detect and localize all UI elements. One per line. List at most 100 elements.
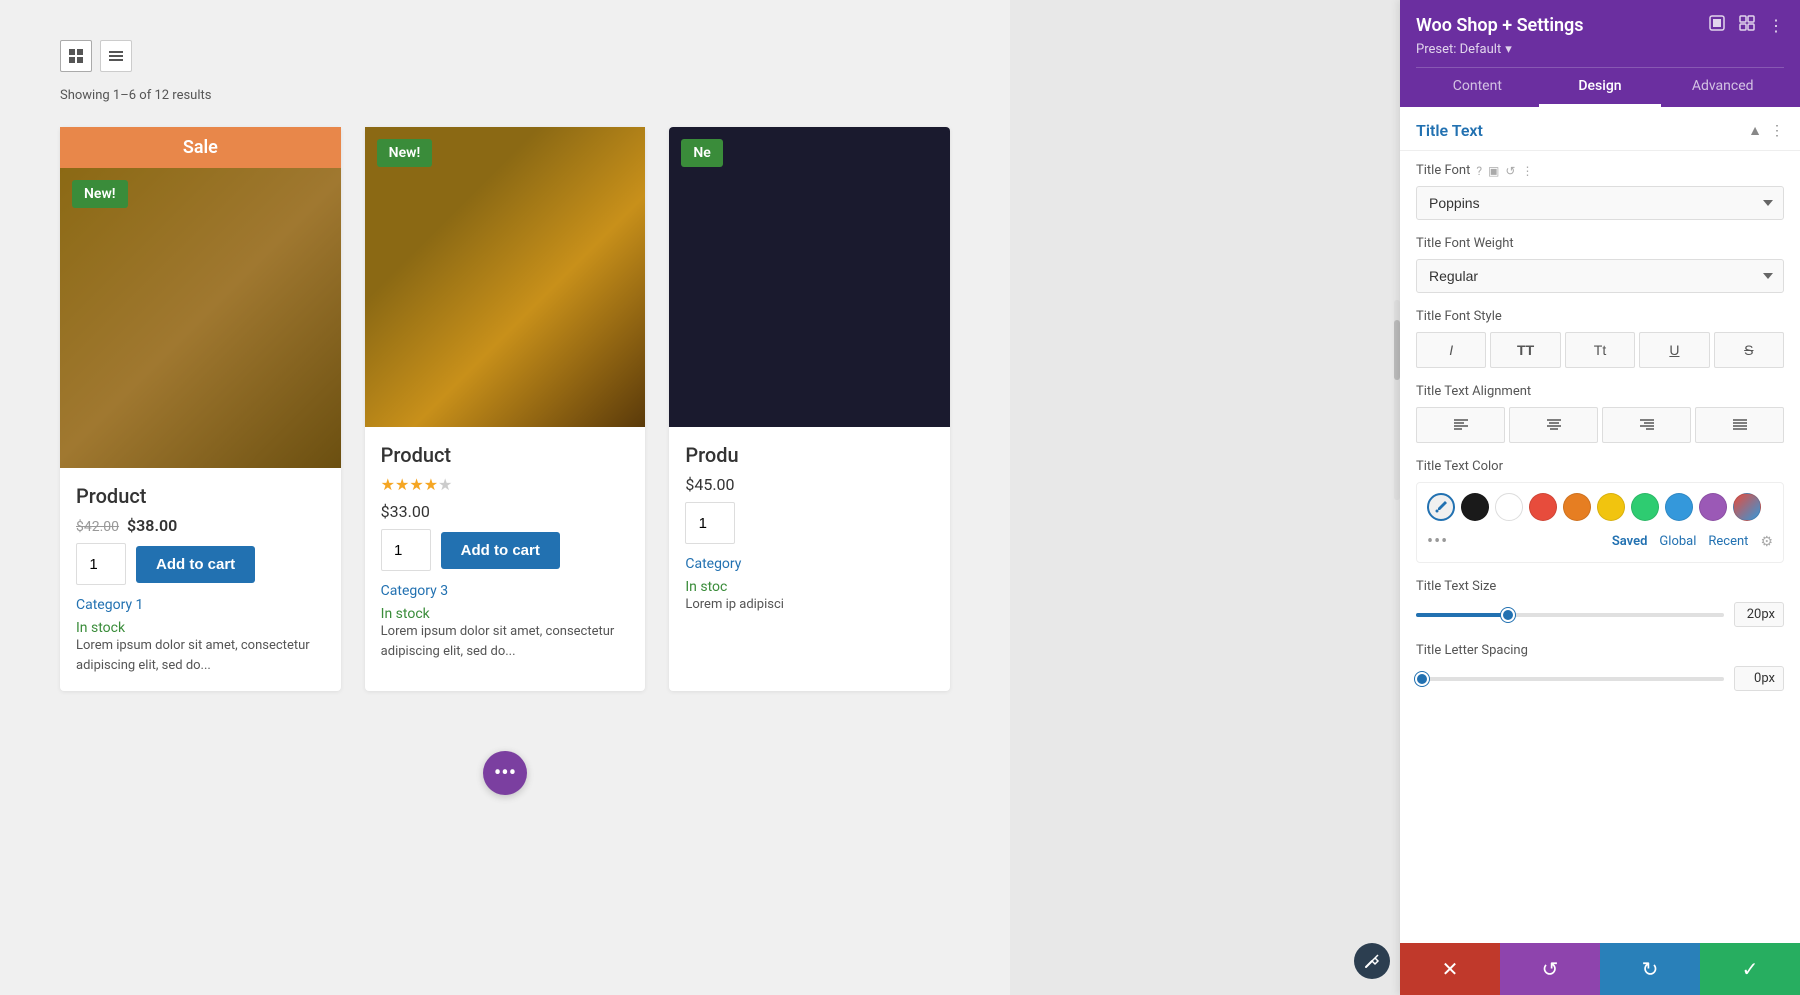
title-text-size-track[interactable] xyxy=(1416,613,1724,617)
product-card: Sale New! Product $42.00 $38.00 Add to c… xyxy=(60,127,341,691)
title-font-weight-group: Title Font Weight Regular xyxy=(1416,236,1784,293)
product-price: $45.00 xyxy=(685,475,934,494)
global-color-tab[interactable]: Global xyxy=(1659,534,1696,549)
price-new: $38.00 xyxy=(127,516,177,535)
gradient-swatch[interactable] xyxy=(1733,493,1761,521)
more-options-icon[interactable]: ⋮ xyxy=(1768,16,1784,35)
italic-btn[interactable]: I xyxy=(1416,332,1486,368)
title-text-size-value[interactable]: 20px xyxy=(1734,602,1784,627)
product-image xyxy=(669,127,950,427)
align-left-btn[interactable] xyxy=(1416,407,1505,443)
collapse-icon[interactable]: ▲ xyxy=(1748,122,1762,139)
grid-view-btn[interactable] xyxy=(60,40,92,72)
red-swatch[interactable] xyxy=(1529,493,1557,521)
color-settings-icon[interactable]: ⚙ xyxy=(1760,534,1773,550)
product-image xyxy=(60,168,341,468)
product-desc: Lorem ip adipisci xyxy=(685,595,934,615)
purple-swatch[interactable] xyxy=(1699,493,1727,521)
alignment-row xyxy=(1416,407,1784,443)
help-icon[interactable] xyxy=(1354,943,1390,979)
eyedropper-swatch[interactable] xyxy=(1427,493,1455,521)
qty-input[interactable] xyxy=(381,529,431,571)
add-to-cart-button[interactable]: Add to cart xyxy=(136,546,255,583)
section-more-icon[interactable]: ⋮ xyxy=(1770,123,1784,139)
save-button[interactable]: ✓ xyxy=(1700,943,1800,995)
underline-btn[interactable]: U xyxy=(1639,332,1709,368)
font-reset-icon[interactable]: ↺ xyxy=(1505,164,1515,178)
title-text-size-label: Title Text Size xyxy=(1416,579,1784,594)
category-link[interactable]: Category xyxy=(685,556,934,572)
more-colors-btn[interactable]: ••• xyxy=(1427,531,1448,552)
font-help-icon[interactable]: ? xyxy=(1476,164,1482,178)
in-stock: In stock xyxy=(76,620,125,636)
tab-design[interactable]: Design xyxy=(1539,68,1662,107)
title-text-size-group: Title Text Size 20px xyxy=(1416,579,1784,627)
title-font-style-group: Title Font Style I TT Tt U S xyxy=(1416,309,1784,368)
star-rating: ★★★★★ xyxy=(381,475,630,494)
saved-color-tab[interactable]: Saved xyxy=(1612,534,1648,549)
panel-tabs: Content Design Advanced xyxy=(1416,67,1784,107)
align-center-btn[interactable] xyxy=(1509,407,1598,443)
align-justify-icon xyxy=(1732,418,1748,432)
white-swatch[interactable] xyxy=(1495,493,1523,521)
align-left-icon xyxy=(1453,418,1469,432)
qty-input[interactable] xyxy=(685,502,735,544)
slider-thumb[interactable] xyxy=(1501,608,1515,622)
settings-panel: Woo Shop + Settings ⋮ xyxy=(1400,0,1800,995)
slider-thumb[interactable] xyxy=(1415,672,1429,686)
panel-content: Title Font ? ▣ ↺ ⋮ Poppins Title Font We… xyxy=(1400,151,1800,719)
yellow-swatch[interactable] xyxy=(1597,493,1625,521)
product-info: Product ★★★★★ $33.00 Add to cart Categor… xyxy=(365,427,646,677)
align-right-btn[interactable] xyxy=(1602,407,1691,443)
title-font-group: Title Font ? ▣ ↺ ⋮ Poppins xyxy=(1416,163,1784,220)
title-font-select[interactable]: Poppins xyxy=(1416,186,1784,220)
capitalize-btn[interactable]: Tt xyxy=(1565,332,1635,368)
align-justify-btn[interactable] xyxy=(1695,407,1784,443)
blue-swatch[interactable] xyxy=(1665,493,1693,521)
price: $33.00 xyxy=(381,502,430,521)
title-font-label: Title Font ? ▣ ↺ ⋮ xyxy=(1416,163,1784,178)
redo-button[interactable]: ↻ xyxy=(1600,943,1700,995)
strikethrough-btn[interactable]: S xyxy=(1714,332,1784,368)
floating-menu-btn[interactable]: ••• xyxy=(483,751,527,795)
product-name: Product xyxy=(76,484,325,508)
list-icon xyxy=(108,48,124,64)
sale-banner: Sale xyxy=(60,127,341,168)
font-more-icon[interactable]: ⋮ xyxy=(1521,164,1533,178)
in-stock: In stoc xyxy=(685,579,727,595)
shop-content: Showing 1–6 of 12 results Sale New! Prod… xyxy=(0,0,1010,995)
color-swatches xyxy=(1427,493,1773,521)
black-swatch[interactable] xyxy=(1461,493,1489,521)
tab-content[interactable]: Content xyxy=(1416,68,1539,107)
tab-advanced[interactable]: Advanced xyxy=(1661,68,1784,107)
title-letter-spacing-group: Title Letter Spacing 0px xyxy=(1416,643,1784,691)
title-font-weight-select[interactable]: Regular xyxy=(1416,259,1784,293)
title-text-alignment-label: Title Text Alignment xyxy=(1416,384,1784,399)
color-picker-area: ••• Saved Global Recent ⚙ xyxy=(1416,482,1784,563)
settings-icon[interactable] xyxy=(1708,14,1726,36)
cancel-button[interactable]: ✕ xyxy=(1400,943,1500,995)
recent-color-tab[interactable]: Recent xyxy=(1708,534,1748,549)
product-desc: Lorem ipsum dolor sit amet, consectetur … xyxy=(381,622,630,661)
layout-icon[interactable] xyxy=(1738,14,1756,36)
category-link[interactable]: Category 3 xyxy=(381,583,630,599)
panel-title-row: Woo Shop + Settings ⋮ xyxy=(1416,14,1784,36)
qty-input[interactable] xyxy=(76,543,126,585)
reset-button[interactable]: ↺ xyxy=(1500,943,1600,995)
add-to-cart-row: Add to cart xyxy=(76,543,325,585)
green-swatch[interactable] xyxy=(1631,493,1659,521)
preset-chevron[interactable]: ▾ xyxy=(1505,42,1512,57)
category-link[interactable]: Category 1 xyxy=(76,597,325,613)
orange-swatch[interactable] xyxy=(1563,493,1591,521)
add-to-cart-button[interactable]: Add to cart xyxy=(441,532,560,569)
list-view-btn[interactable] xyxy=(100,40,132,72)
font-upload-icon[interactable]: ▣ xyxy=(1488,164,1499,178)
title-letter-spacing-value[interactable]: 0px xyxy=(1734,666,1784,691)
title-letter-spacing-track[interactable] xyxy=(1416,677,1724,681)
add-to-cart-row xyxy=(685,502,934,544)
title-letter-spacing-label: Title Letter Spacing xyxy=(1416,643,1784,658)
bottom-actions: ✕ ↺ ↻ ✓ xyxy=(1400,943,1800,995)
uppercase-btn[interactable]: TT xyxy=(1490,332,1560,368)
product-card: New! Product ★★★★★ $33.00 Add to cart Ca… xyxy=(365,127,646,691)
title-font-style-label: Title Font Style xyxy=(1416,309,1784,324)
